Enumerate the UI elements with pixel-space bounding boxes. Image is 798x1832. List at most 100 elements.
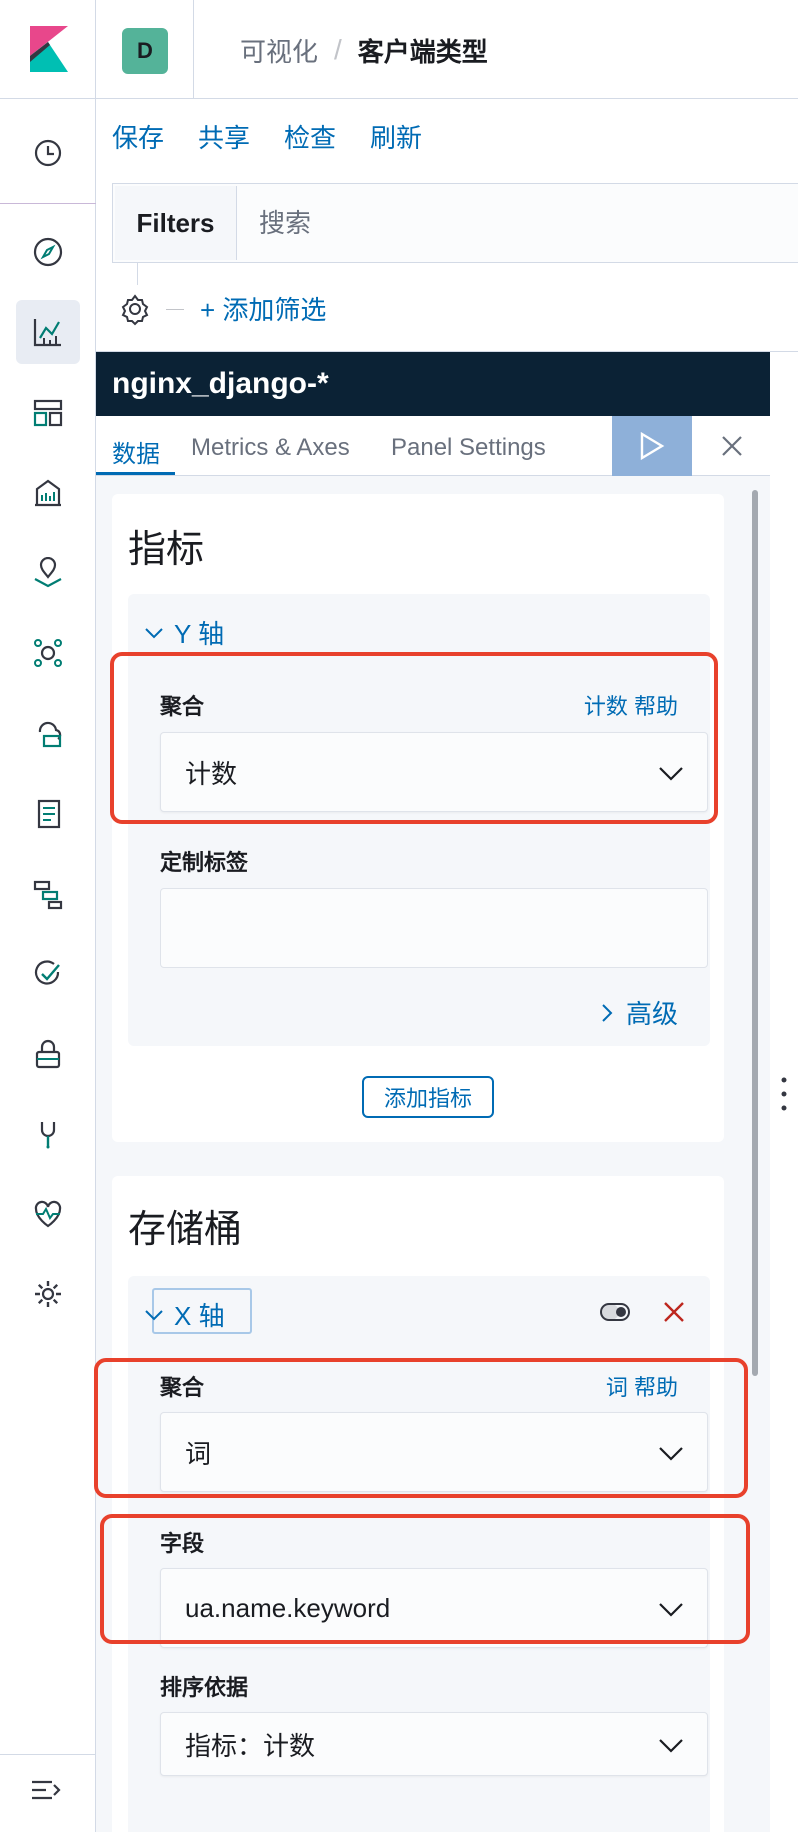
chevron-down-icon: [659, 767, 683, 781]
buckets-agg-value: 词: [185, 1438, 212, 1469]
chevron-down-icon: [145, 1309, 163, 1320]
kibana-logo-button[interactable]: [0, 0, 96, 99]
metrics-agg-label: 聚合: [160, 694, 205, 719]
chevron-down-icon: [145, 627, 163, 638]
chevron-down-icon: [659, 1447, 683, 1461]
space-avatar[interactable]: D: [122, 28, 168, 74]
nav-dashboard[interactable]: [16, 381, 80, 445]
nav-discover[interactable]: [16, 220, 80, 284]
kibana-app: D 可视化 / 客户端类型 保存 共享 检查 刷新 Filters 搜索 + 添…: [0, 0, 798, 1832]
y-axis-label: Y 轴: [174, 619, 225, 649]
index-pattern-title: nginx_django-*: [96, 352, 770, 416]
save-button[interactable]: 保存: [112, 118, 164, 155]
buckets-agg-select[interactable]: 词: [160, 1412, 708, 1492]
chevron-down-icon: [659, 1603, 683, 1617]
order-by-label: 排序依据: [160, 1675, 249, 1700]
buckets-agg-label: 聚合: [160, 1375, 205, 1400]
metrics-agg-help-link[interactable]: 计数 帮助: [584, 689, 678, 721]
order-by-select[interactable]: 指标：计数: [160, 1712, 708, 1776]
maps-icon: [34, 557, 62, 588]
nav-visualize[interactable]: [16, 300, 80, 364]
top-nav-menu: 保存 共享 检查 刷新: [112, 118, 422, 155]
field-select[interactable]: ua.name.keyword: [160, 1568, 708, 1648]
buckets-card: 存储桶 X 轴 聚合 词 帮助 词 字段 ua.name.keyword 排序依…: [112, 1176, 724, 1832]
share-button[interactable]: 共享: [198, 118, 250, 155]
side-nav: [0, 99, 96, 1832]
breadcrumb-visualize-link[interactable]: 可视化: [240, 32, 318, 69]
order-by-value: 指标：计数: [185, 1730, 316, 1761]
refresh-button[interactable]: 刷新: [370, 118, 422, 155]
editor-scrollbar[interactable]: [752, 490, 758, 1376]
metrics-agg-select[interactable]: 计数: [160, 732, 708, 812]
nav-logs[interactable]: [16, 782, 80, 846]
nav-canvas[interactable]: [16, 461, 80, 525]
nav-apm[interactable]: [16, 862, 80, 926]
discover-icon: [33, 237, 63, 267]
chevron-right-icon: [602, 1003, 613, 1022]
nav-infrastructure[interactable]: [16, 702, 80, 766]
discard-changes-button[interactable]: [716, 430, 748, 462]
query-bar: Filters: [112, 183, 798, 263]
breadcrumb-separator: /: [334, 34, 342, 65]
nav-recent[interactable]: [16, 121, 80, 185]
toggle-enabled-icon[interactable]: [600, 1302, 630, 1322]
advanced-toggle[interactable]: 高级: [600, 994, 678, 1031]
remove-agg-icon[interactable]: [660, 1298, 688, 1326]
monitoring-icon: [34, 1200, 62, 1228]
add-filter-button[interactable]: + 添加筛选: [200, 290, 326, 327]
y-axis-agg-panel: Y 轴 聚合 计数 帮助 计数 定制标签 高级: [128, 594, 710, 1046]
filter-dash: [166, 309, 184, 310]
nav-ml[interactable]: [16, 621, 80, 685]
dev-tools-icon: [40, 1122, 56, 1149]
x-axis-toggle[interactable]: X 轴: [144, 1296, 225, 1333]
custom-label-label: 定制标签: [160, 850, 249, 875]
buckets-agg-help-link[interactable]: 词 帮助: [606, 1370, 678, 1402]
inspect-button[interactable]: 检查: [284, 118, 336, 155]
filters-language-button[interactable]: Filters: [115, 186, 237, 260]
recent-icon: [34, 139, 62, 167]
add-metric-button[interactable]: 添加指标: [362, 1076, 494, 1118]
space-selector[interactable]: D: [96, 0, 194, 99]
tab-metrics-axes[interactable]: Metrics & Axes: [191, 434, 350, 462]
metrics-title: 指标: [128, 529, 205, 571]
advanced-label: 高级: [625, 999, 678, 1029]
top-header: D 可视化 / 客户端类型: [0, 0, 798, 99]
ml-icon: [34, 639, 62, 667]
nav-management[interactable]: [16, 1262, 80, 1326]
breadcrumb-current-page: 客户端类型: [357, 36, 488, 67]
custom-label-input[interactable]: [160, 888, 708, 968]
tab-selected-indicator: [96, 472, 175, 475]
nav-security[interactable]: [16, 1022, 80, 1086]
chevron-down-icon: [659, 1739, 683, 1753]
apm-icon: [33, 880, 63, 910]
metrics-card: 指标 Y 轴 聚合 计数 帮助 计数 定制标签 高级 添加指标: [112, 494, 724, 1142]
nav-uptime[interactable]: [16, 942, 80, 1006]
y-axis-toggle[interactable]: Y 轴: [144, 614, 224, 651]
x-axis-agg-panel: X 轴 聚合 词 帮助 词 字段 ua.name.keyword 排序依据 指标…: [128, 1276, 710, 1832]
infrastructure-icon: [38, 721, 62, 748]
tab-data[interactable]: 数据: [112, 434, 160, 469]
tab-panel-settings[interactable]: Panel Settings: [391, 434, 546, 462]
nav-divider: [0, 203, 96, 204]
management-icon: [35, 1281, 61, 1307]
dashboard-icon: [33, 399, 63, 427]
filter-options-gear-icon[interactable]: [117, 291, 153, 327]
nav-monitoring[interactable]: [16, 1182, 80, 1246]
nav-maps[interactable]: [16, 541, 80, 605]
apply-changes-button[interactable]: [612, 416, 692, 476]
close-icon: [722, 436, 742, 456]
visualize-icon: [33, 319, 61, 347]
uptime-icon: [34, 960, 60, 985]
buckets-title: 存储桶: [128, 1209, 243, 1251]
nav-dev-tools[interactable]: [16, 1102, 80, 1166]
resize-handle-icon[interactable]: [780, 1076, 788, 1112]
field-value: ua.name.keyword: [185, 1592, 391, 1623]
collapse-menu-icon[interactable]: [30, 1776, 64, 1804]
security-icon: [35, 1039, 61, 1069]
breadcrumb: 可视化 / 客户端类型: [240, 30, 488, 70]
filter-connector-line: [137, 263, 138, 285]
metrics-agg-value: 计数: [185, 758, 238, 789]
search-input[interactable]: [239, 186, 795, 260]
x-axis-label: X 轴: [174, 1301, 225, 1331]
kibana-logo-icon: [30, 26, 68, 72]
